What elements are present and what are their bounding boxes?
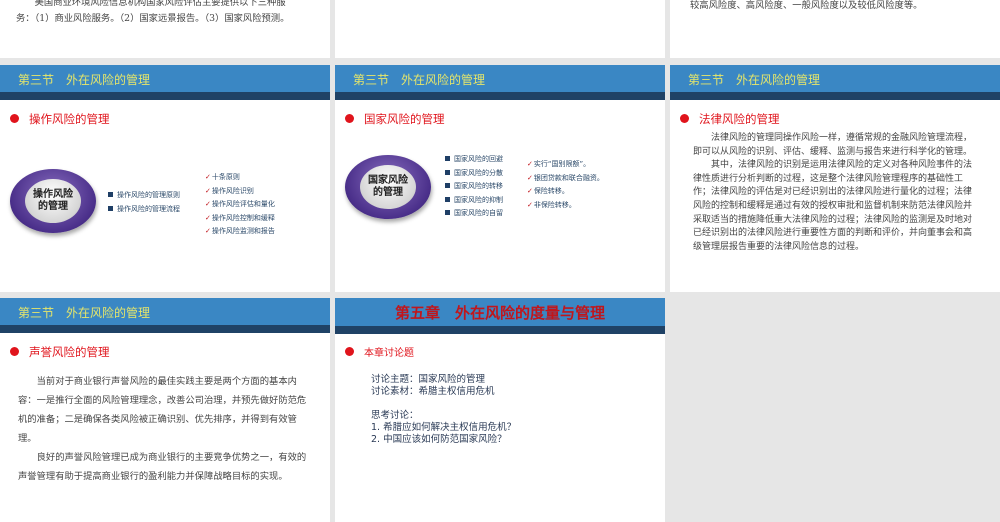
slide-subtitle: 法律风险的管理 — [680, 111, 780, 127]
bullet-dot-icon — [680, 114, 689, 123]
slide-subtitle: 声誉风险的管理 — [10, 344, 110, 360]
bullet-dot-icon — [10, 347, 19, 356]
slide-subtitle: 本章讨论题 — [345, 344, 414, 359]
list-item: 国家风险的转移 — [445, 180, 503, 194]
question-item: 1. 希腊应如何解决主权信用危机？ — [371, 422, 517, 433]
slide-6[interactable]: 第三节 外在风险的管理 法律风险的管理 法律风险的管理同操作风险一样，遵循常规的… — [670, 65, 1000, 292]
section-title: 第三节 外在风险的管理 — [353, 73, 486, 87]
slide-body-text: 当前对于商业银行声誉风险的最佳实践主要是两个方面的基本内容：一是推行全面的风险管… — [18, 376, 307, 482]
slide-8[interactable]: 第五章 外在风险的度量与管理 本章讨论题 讨论主题：国家风险的管理 讨论素材：希… — [335, 298, 665, 522]
question-item: 2. 中国应该如何防范国家风险？ — [371, 434, 507, 445]
check-list: ✓实行“国别限额”。 ✓银团贷款和联合融资。 ✓保险转移。 ✓非保险转移。 — [527, 158, 604, 212]
check-item: ✓保险转移。 — [527, 187, 569, 195]
slide-1[interactable]: 美国商业环境风险信息机构国家风险评估主要提供以下三种服务：（1）商业风险服务。（… — [0, 0, 330, 58]
check-item: ✓操作风险评估和量化 — [205, 200, 275, 208]
slide-body-text: 较高风险度、高风险度、一般风险度以及较低风险度等。 — [690, 0, 923, 11]
check-item: ✓操作风险识别 — [205, 186, 254, 195]
discussion-topic: 讨论主题：国家风险的管理 — [371, 374, 486, 385]
list-item: 国家风险的抑制 — [445, 194, 503, 208]
slide-header: 第三节 外在风险的管理 — [670, 65, 1000, 92]
header-strip — [670, 92, 1000, 100]
header-strip — [0, 325, 330, 333]
slide-2[interactable] — [335, 0, 665, 58]
check-item: ✓十条原则 — [205, 173, 240, 181]
section-title: 第三节 外在风险的管理 — [688, 73, 821, 87]
section-title: 第三节 外在风险的管理 — [18, 73, 151, 87]
item-list: 国家风险的回避 国家风险的分散 国家风险的转移 国家风险的抑制 国家风险的自留 — [445, 153, 503, 221]
slide-body-text: 法律风险的管理同操作风险一样，遵循常规的金融风险管理流程，即可以从风险的识别、评… — [693, 133, 973, 252]
check-item: ✓操作风险监测和报告 — [205, 227, 275, 235]
slide-header: 第五章 外在风险的度量与管理 — [335, 298, 665, 326]
header-strip — [335, 92, 665, 100]
slide-4[interactable]: 第三节 外在风险的管理 操作风险的管理 操作风险 的管理 操作风险的管理原则 操作… — [0, 65, 330, 292]
list-item: 国家风险的分散 — [445, 167, 503, 181]
header-strip — [335, 326, 665, 334]
check-list: ✓十条原则 ✓操作风险识别 ✓操作风险评估和量化 ✓操作风险控制和缓释 ✓操作风… — [205, 171, 275, 239]
slide-subtitle: 操作风险的管理 — [10, 111, 110, 127]
slide-header: 第三节 外在风险的管理 — [0, 298, 330, 325]
bullet-dot-icon — [10, 114, 19, 123]
slide-header: 第三节 外在风险的管理 — [335, 65, 665, 92]
slide-header: 第三节 外在风险的管理 — [0, 65, 330, 92]
list-item: 操作风险的管理原则 — [108, 189, 180, 203]
slide-5[interactable]: 第三节 外在风险的管理 国家风险的管理 国家风险 的管理 国家风险的回避 国家风险… — [335, 65, 665, 292]
slide-3[interactable]: 较高风险度、高风险度、一般风险度以及较低风险度等。 — [670, 0, 1000, 58]
bullet-dot-icon — [345, 114, 354, 123]
chapter-title: 第五章 外在风险的度量与管理 — [394, 304, 605, 322]
list-item: 国家风险的回避 — [445, 153, 503, 167]
check-item: ✓实行“国别限额”。 — [527, 160, 591, 168]
header-strip — [0, 92, 330, 100]
list-item: 国家风险的自留 — [445, 207, 503, 221]
bullet-dot-icon — [345, 347, 354, 356]
topic-oval: 国家风险 的管理 — [345, 155, 431, 219]
item-list: 操作风险的管理原则 操作风险的管理流程 — [108, 189, 180, 216]
slide-7[interactable]: 第三节 外在风险的管理 声誉风险的管理 当前对于商业银行声誉风险的最佳实践主要是… — [0, 298, 330, 522]
discussion-material: 讨论素材：希腊主权信用危机 — [371, 386, 495, 397]
discussion-block: 讨论主题：国家风险的管理 讨论素材：希腊主权信用危机 思考讨论： 1. 希腊应如… — [371, 374, 516, 446]
section-title: 第三节 外在风险的管理 — [18, 306, 151, 320]
check-item: ✓操作风险控制和缓释 — [205, 213, 275, 222]
list-item: 操作风险的管理流程 — [108, 203, 180, 217]
slide-subtitle: 国家风险的管理 — [345, 111, 445, 127]
check-item: ✓非保险转移。 — [527, 200, 576, 209]
topic-oval: 操作风险 的管理 — [10, 169, 96, 233]
check-item: ✓银团贷款和联合融资。 — [527, 173, 604, 182]
slide-body-text: 美国商业环境风险信息机构国家风险评估主要提供以下三种服务：（1）商业风险服务。（… — [16, 0, 290, 24]
think-label: 思考讨论： — [371, 410, 419, 421]
